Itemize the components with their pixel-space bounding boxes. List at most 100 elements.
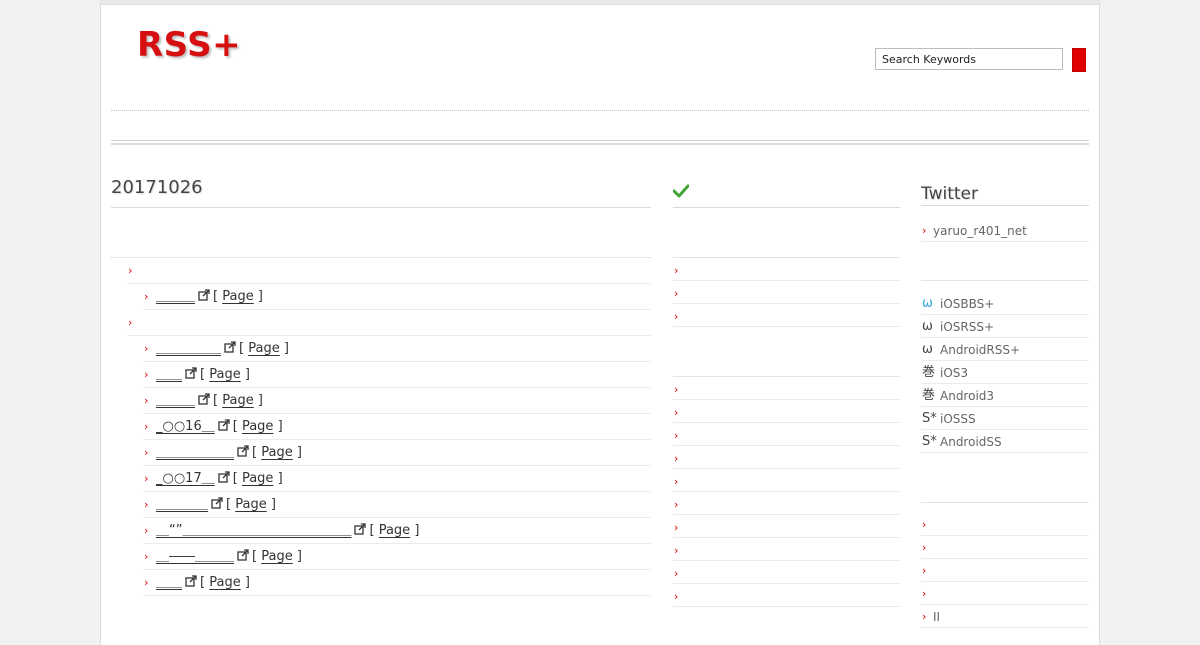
site-logo[interactable]: RSS+ [137, 25, 241, 65]
bracket-close: ] [273, 471, 283, 486]
sidebar-bottom-list: › › › › › II [921, 513, 1089, 628]
chevron-right-icon: › [144, 550, 149, 563]
app-link-iosrss+[interactable]: ω iOSRSS+ [921, 315, 1089, 338]
entry-content: _○○17＿ [ Page ] [156, 466, 283, 492]
entry-title-link[interactable]: ＿――＿＿＿ [156, 549, 234, 564]
middle-list-item[interactable]: › [673, 281, 900, 304]
sidebar-list-item[interactable]: › II [921, 605, 1089, 628]
middle-list-item[interactable]: › [673, 561, 900, 584]
entry-title-link[interactable]: ＿＿＿＿＿ [156, 341, 221, 356]
omega-icon: ω [922, 319, 933, 334]
chevron-right-icon: › [922, 224, 927, 237]
chevron-right-icon: › [144, 394, 149, 407]
page-link[interactable]: Page [242, 419, 273, 434]
external-link-icon[interactable] [224, 337, 236, 353]
page-link[interactable]: Page [248, 341, 279, 356]
entry-content: ＿＿＿＿ [ Page ] [156, 492, 276, 518]
app-link-iosss[interactable]: S* iOSSS [921, 407, 1089, 430]
app-label: iOSSS [940, 412, 976, 426]
search-input[interactable] [875, 48, 1063, 70]
middle-list-item[interactable]: › [673, 469, 900, 492]
omega-blue-icon: ω [922, 296, 933, 311]
middle-list-1: › › › [673, 258, 900, 327]
middle-list-item[interactable]: › [673, 538, 900, 561]
app-link-androidrss+[interactable]: ω AndroidRSS+ [921, 338, 1089, 361]
page-link[interactable]: Page [379, 523, 410, 538]
middle-list-item[interactable]: › [673, 446, 900, 469]
chevron-right-icon: › [674, 287, 679, 300]
category-row[interactable]: › [127, 258, 651, 284]
chevron-right-icon: › [674, 452, 679, 465]
page-link[interactable]: Page [222, 393, 253, 408]
entry-title-link[interactable]: ＿＿＿＿＿＿ [156, 445, 234, 460]
middle-list-item[interactable]: › [673, 584, 900, 607]
page-link[interactable]: Page [261, 549, 292, 564]
middle-list-item[interactable]: › [673, 304, 900, 327]
bracket-close: ] [292, 549, 302, 564]
external-link-icon[interactable] [237, 441, 249, 457]
sidebar-list-item[interactable]: › [921, 536, 1089, 559]
middle-list-item[interactable]: › [673, 423, 900, 446]
page-link[interactable]: Page [209, 367, 240, 382]
external-link-icon[interactable] [218, 415, 230, 431]
page-link[interactable]: Page [235, 497, 266, 512]
app-link-iosbbs+[interactable]: ω iOSBBS+ [921, 292, 1089, 315]
chevron-right-icon: › [674, 567, 679, 580]
category-row[interactable]: › [127, 310, 651, 336]
bracket-close: ] [240, 575, 250, 590]
bracket-close: ] [253, 289, 263, 304]
entry-title-link[interactable]: ＿“”＿＿＿＿＿＿＿＿＿＿＿＿＿ [156, 523, 351, 538]
entry-row: › ＿＿＿＿ [ Page ] [143, 492, 651, 518]
bracket-close: ] [410, 523, 420, 538]
external-link-icon[interactable] [354, 519, 367, 535]
middle-list-item[interactable]: › [673, 492, 900, 515]
app-link-android3[interactable]: 巻 Android3 [921, 384, 1089, 407]
bracket-open: [ [252, 549, 262, 564]
chevron-right-icon: › [674, 590, 679, 603]
twitter-account-link[interactable]: › yaruo_r401_net [921, 219, 1089, 242]
chevron-right-icon: › [144, 472, 149, 485]
entry-title-link[interactable]: ＿＿ [156, 575, 182, 590]
chevron-right-icon: › [144, 368, 149, 381]
entry-title-link[interactable]: ＿＿＿＿ [156, 497, 208, 512]
app-link-ios3[interactable]: 巻 iOS3 [921, 361, 1089, 384]
middle-list-item[interactable]: › [673, 258, 900, 281]
external-link-icon[interactable] [218, 467, 230, 483]
bracket-open: [ [369, 523, 379, 538]
middle-list-item[interactable]: › [673, 400, 900, 423]
s-star-icon: S* [922, 411, 937, 426]
sidebar-list-item[interactable]: › [921, 513, 1089, 536]
page-link[interactable]: Page [242, 471, 273, 486]
entry-title-link[interactable]: ＿＿＿ [156, 289, 195, 304]
page-link[interactable]: Page [261, 445, 292, 460]
entry-row: › ＿＿＿＿＿＿ [ Page ] [143, 440, 651, 466]
twitter-heading: Twitter [921, 173, 1089, 206]
bracket-open: [ [213, 393, 223, 408]
entry-title-link[interactable]: ＿＿＿ [156, 393, 195, 408]
middle-spacer-2 [673, 327, 900, 377]
sidebar-list-item[interactable]: › [921, 582, 1089, 605]
sidebar-list-item[interactable]: › [921, 559, 1089, 582]
external-link-icon[interactable] [198, 389, 210, 405]
middle-spacer [673, 208, 900, 258]
middle-list-item[interactable]: › [673, 515, 900, 538]
entry-title-link[interactable]: ＿＿ [156, 367, 182, 382]
external-link-icon[interactable] [198, 285, 210, 301]
external-link-icon[interactable] [237, 545, 249, 561]
entry-title-link[interactable]: _○○17＿ [156, 471, 215, 486]
middle-list-item[interactable]: › [673, 377, 900, 400]
nav-divider [111, 140, 1089, 145]
external-link-icon[interactable] [185, 571, 197, 587]
page-link[interactable]: Page [222, 289, 253, 304]
sidebar-spacer-2 [921, 453, 1089, 503]
app-label: AndroidRSS+ [940, 343, 1021, 357]
page-link[interactable]: Page [209, 575, 240, 590]
external-link-icon[interactable] [185, 363, 197, 379]
external-link-icon[interactable] [211, 493, 223, 509]
entry-title-link[interactable]: _○○16＿ [156, 419, 215, 434]
chevron-right-icon: › [674, 475, 679, 488]
chevron-right-icon: › [674, 498, 679, 511]
scroll-kanji-icon: 巻 [922, 388, 936, 403]
search-button[interactable] [1072, 48, 1086, 72]
app-link-androidss[interactable]: S* AndroidSS [921, 430, 1089, 453]
